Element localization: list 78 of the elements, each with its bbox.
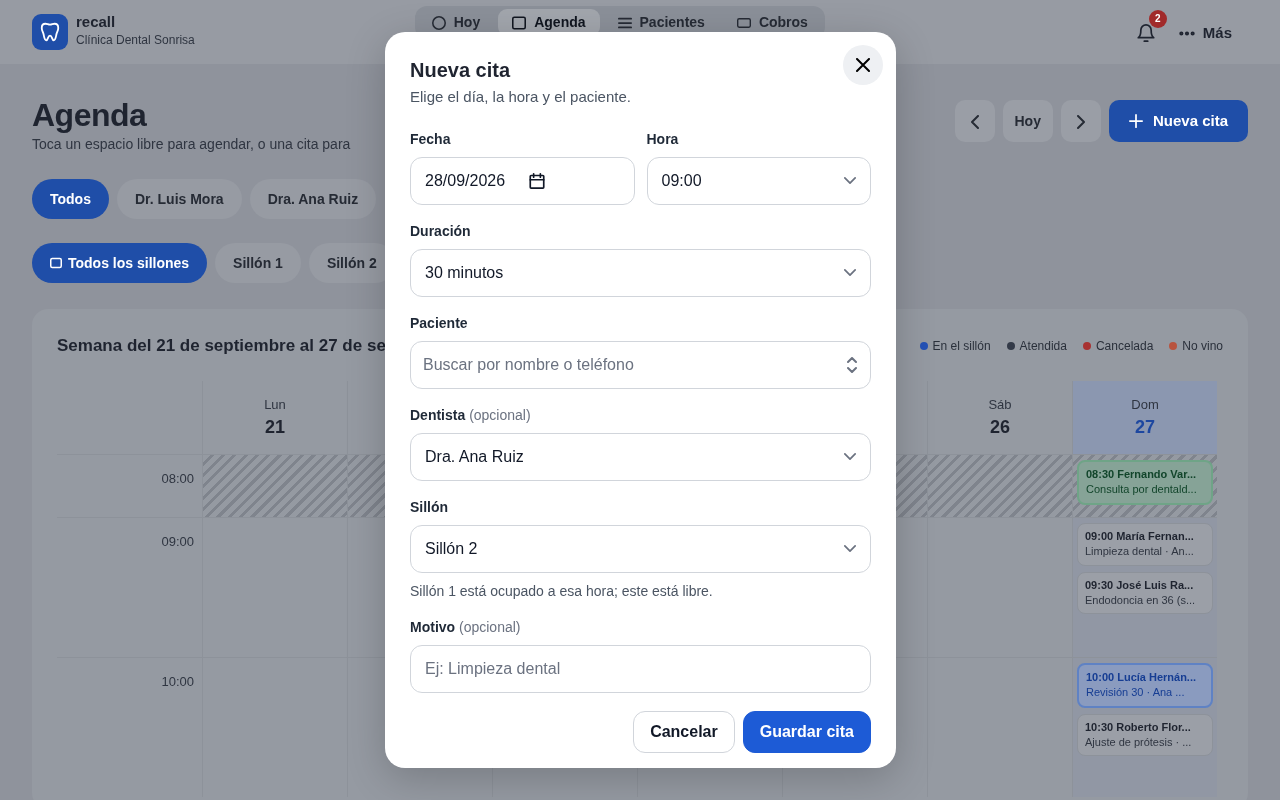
nav-tab[interactable]: Cobros <box>722 9 822 36</box>
appointment-card[interactable]: 09:30 José Luis Ra... Endodoncia en 36 (s... <box>1077 571 1213 615</box>
day-number: 27 <box>1134 416 1156 440</box>
time-slot[interactable]: 10:00 Lucía Hernán... Revisión 30 · Ana ... 10:30 Roberto Flor... Ajuste de prótesis · ... <box>1072 656 1217 797</box>
dialog-subtitle: Elige el día, la hora y el paciente. <box>410 87 632 107</box>
clinic-name: Clínica Dental Sonrisa <box>76 31 195 49</box>
day-number: 26 <box>989 416 1011 440</box>
week-title: Semana del 21 de septiembre al 27 de se <box>57 335 386 358</box>
up-down-chevron-icon <box>847 356 857 373</box>
previous-button[interactable] <box>954 100 995 142</box>
field-label: Paciente <box>410 313 469 333</box>
chair-icon <box>50 257 62 270</box>
filter-chip[interactable]: Dr. Luis Mora <box>116 179 242 220</box>
chevron-down-icon <box>844 177 856 184</box>
dialog-title: Nueva cita <box>410 58 512 82</box>
time-slot[interactable]: 09:00 María Fernan... Limpieza dental · An... 09:30 José Luis Ra... Endodoncia en 36 (s... <box>1072 516 1217 657</box>
next-button[interactable] <box>1060 100 1101 142</box>
page-title: Agenda <box>32 96 148 135</box>
ellipsis-icon <box>1178 30 1195 36</box>
select-field[interactable]: Dra. Ana Ruiz <box>410 432 871 481</box>
filter-chip[interactable]: Todos <box>32 179 109 220</box>
appointment-card[interactable]: 10:00 Lucía Hernán... Revisión 30 · Ana ... <box>1077 662 1213 708</box>
field-label: Sillón <box>410 497 450 517</box>
time-label: 10:00 <box>57 656 202 797</box>
filter-chip[interactable]: Todos los sillones <box>32 243 208 284</box>
legend-label: En el sillón <box>932 338 991 356</box>
select-field[interactable]: Sillón 2 <box>410 524 871 573</box>
weekday-label: Dom <box>1130 395 1160 414</box>
chevron-down-icon <box>844 545 856 552</box>
filter-chip[interactable]: Sillón 1 <box>215 243 301 284</box>
time-slot[interactable] <box>927 453 1072 517</box>
chevron-down-icon <box>844 453 856 460</box>
appointment-card[interactable]: 08:30 Fernando Var... Consulta por dentald... <box>1077 459 1213 505</box>
logo-icon <box>32 14 68 50</box>
cancel-button[interactable]: Cancelar <box>633 710 735 753</box>
weekday-label: Lun <box>263 395 287 414</box>
nav-tab-icon <box>431 15 446 30</box>
save-button[interactable]: Guardar cita <box>742 710 871 753</box>
nav-tab-icon <box>736 15 751 30</box>
select-field[interactable]: 30 minutos <box>410 248 871 297</box>
page-subtitle: Toca un espacio libre para agendar, o una cita para <box>32 135 351 155</box>
appointment-card[interactable]: 09:00 María Fernan... Limpieza dental · An... <box>1077 522 1213 566</box>
nav-tab-icon <box>512 15 527 30</box>
legend-label: Atendida <box>1019 338 1067 356</box>
legend-label: No vino <box>1182 338 1223 356</box>
input-field[interactable]: Ej: Limpieza dental <box>410 644 871 693</box>
field-label: Hora <box>646 129 680 149</box>
more-button[interactable]: Más <box>1178 22 1232 45</box>
bell-icon <box>1136 23 1155 42</box>
close-button[interactable] <box>843 45 883 85</box>
legend-label: Cancelada <box>1095 338 1154 356</box>
select-field[interactable]: 09:00 <box>646 156 871 205</box>
weekday-label: Sáb <box>987 395 1013 414</box>
field-label: Dentista (opcional) <box>410 405 532 425</box>
time-slot[interactable]: 08:30 Fernando Var... Consulta por dentald... <box>1072 453 1217 517</box>
help-text: Sillón 1 está ocupado a esa hora; este está libre. <box>410 581 714 601</box>
day-number: 21 <box>264 416 286 440</box>
plus-icon <box>1128 114 1143 128</box>
field-label: Fecha <box>410 129 452 149</box>
today-button[interactable]: Hoy <box>1002 100 1053 142</box>
time-label: 09:00 <box>57 516 202 657</box>
nav-tab[interactable]: Pacientes <box>603 9 719 36</box>
nav-tab[interactable]: Hoy <box>417 9 495 36</box>
search-field[interactable]: Buscar por nombre o teléfono <box>410 340 871 389</box>
filter-chip[interactable]: Dra. Ana Ruiz <box>249 179 377 220</box>
new-appointment-button[interactable]: Nueva cita <box>1108 100 1248 142</box>
chevron-down-icon <box>844 269 856 276</box>
chevron-left-icon <box>970 114 979 129</box>
notification-badge: 2 <box>1148 10 1167 28</box>
calendar-icon <box>529 172 546 189</box>
field-label: Motivo (opcional) <box>410 617 522 637</box>
nav-tab-icon <box>617 15 632 30</box>
app-name: recall <box>76 14 117 31</box>
field-label: Duración <box>410 221 472 241</box>
close-icon <box>856 58 870 72</box>
date-field[interactable]: 28/09/2026 <box>410 156 635 205</box>
appointment-card[interactable]: 10:30 Roberto Flor... Ajuste de prótesis · ... <box>1077 713 1213 757</box>
chevron-right-icon <box>1076 114 1085 129</box>
